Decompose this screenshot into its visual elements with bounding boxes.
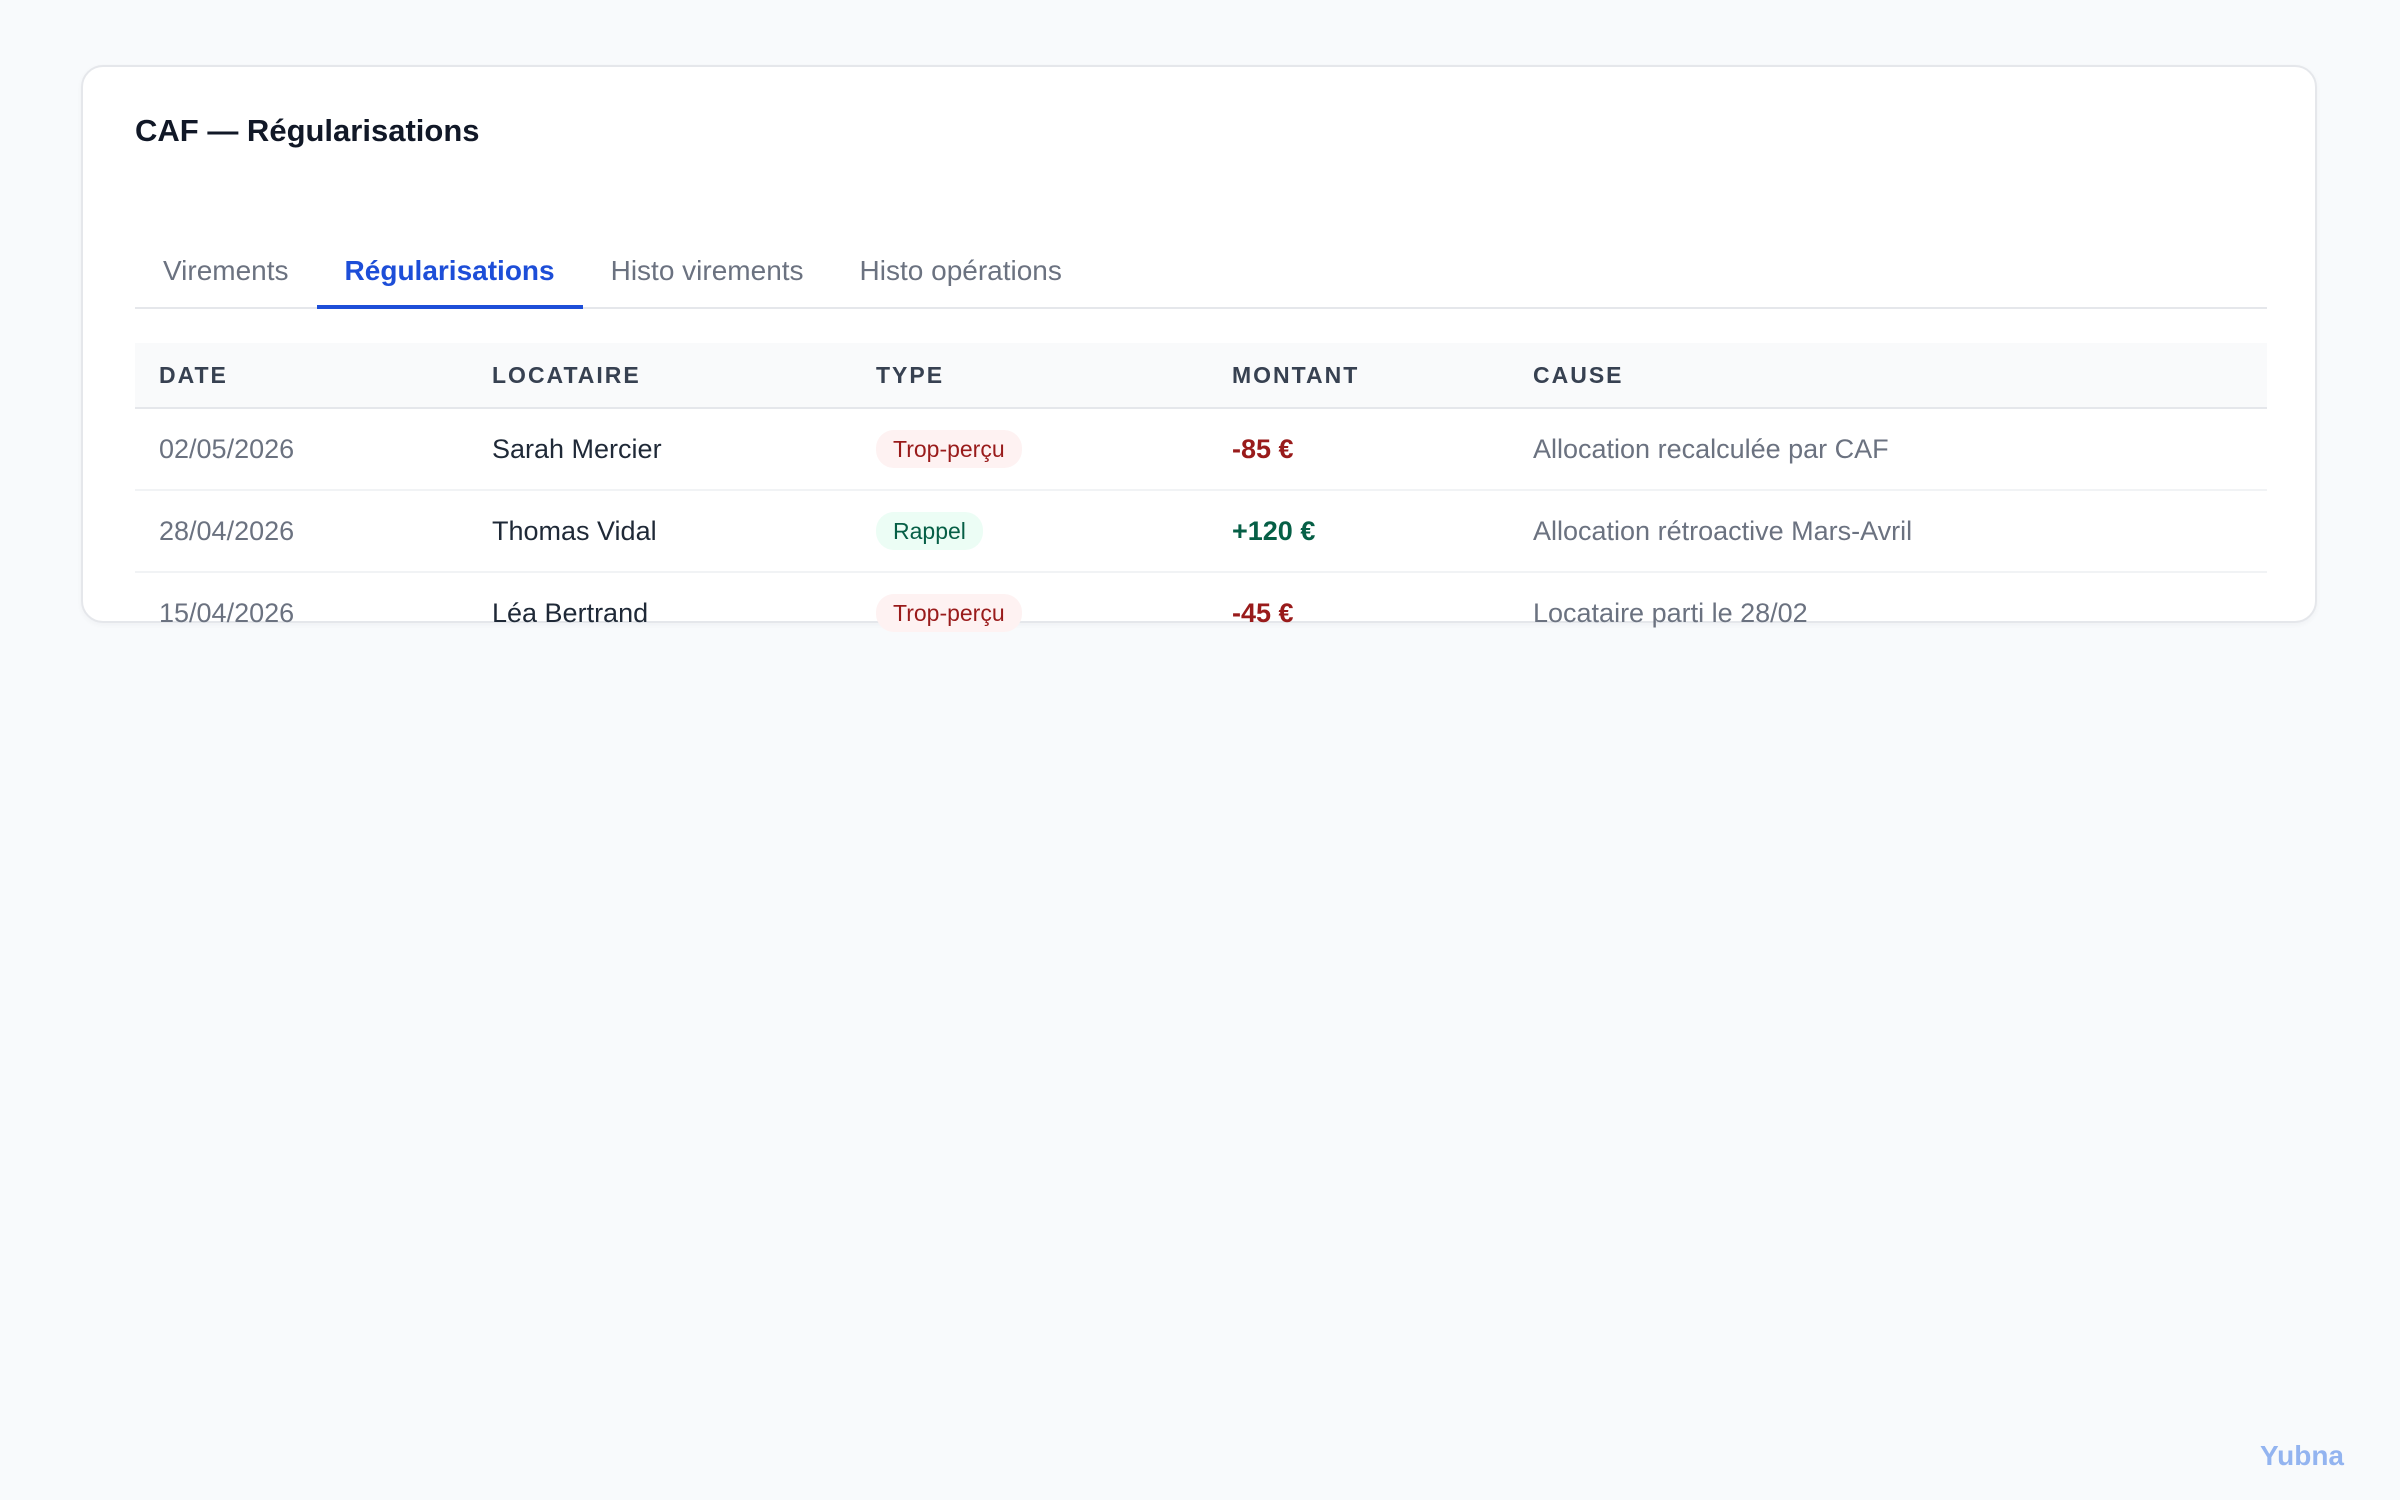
cell-type: Rappel xyxy=(852,512,1208,550)
table-row: 28/04/2026 Thomas Vidal Rappel +120 € Al… xyxy=(135,491,2267,573)
brand-logo: Yubna xyxy=(2259,1440,2344,1471)
column-header-type: TYPE xyxy=(876,361,945,388)
tab-histo-operations[interactable]: Histo opérations xyxy=(832,235,1090,307)
cell-type: Trop-perçu xyxy=(852,594,1208,632)
cell-tenant: Sarah Mercier xyxy=(492,433,662,464)
cell-amount: -85 € xyxy=(1232,433,1294,464)
column-header-date: DATE xyxy=(159,361,228,388)
column-header-amount: MONTANT xyxy=(1232,361,1360,388)
tab-regularisations[interactable]: Régularisations xyxy=(316,235,583,309)
tab-bar: Virements Régularisations Histo virement… xyxy=(135,235,2267,309)
cell-cause: Locataire parti le 28/02 xyxy=(1533,597,1808,628)
tab-histo-virements[interactable]: Histo virements xyxy=(583,235,832,307)
type-badge: Rappel xyxy=(876,512,983,550)
table-row: 02/05/2026 Sarah Mercier Trop-perçu -85 … xyxy=(135,409,2267,491)
regularisations-card: CAF — Régularisations Virements Régulari… xyxy=(81,65,2317,632)
cell-type: Trop-perçu xyxy=(852,430,1208,468)
card-title: CAF — Régularisations xyxy=(135,113,480,148)
cell-date: 28/04/2026 xyxy=(159,515,295,546)
cell-tenant: Thomas Vidal xyxy=(492,515,657,546)
column-header-cause: CAUSE xyxy=(1533,361,1624,388)
cell-date: 02/05/2026 xyxy=(159,433,295,464)
regularisations-table: DATE LOCATAIRE TYPE MONTANT CAUSE 02/05/… xyxy=(135,343,2267,653)
cell-amount: -45 € xyxy=(1232,597,1294,628)
column-header-tenant: LOCATAIRE xyxy=(492,361,641,388)
cell-tenant: Léa Bertrand xyxy=(492,597,649,628)
type-badge: Trop-perçu xyxy=(876,594,1022,632)
cell-amount: +120 € xyxy=(1232,515,1316,546)
cell-date: 15/04/2026 xyxy=(159,597,295,628)
type-badge: Trop-perçu xyxy=(876,430,1022,468)
table-row: 15/04/2026 Léa Bertrand Trop-perçu -45 €… xyxy=(135,573,2267,653)
cell-cause: Allocation rétroactive Mars-Avril xyxy=(1533,515,1913,546)
cell-cause: Allocation recalculée par CAF xyxy=(1533,433,1889,464)
table-header: DATE LOCATAIRE TYPE MONTANT CAUSE xyxy=(135,343,2267,409)
tab-virements[interactable]: Virements xyxy=(135,235,317,307)
